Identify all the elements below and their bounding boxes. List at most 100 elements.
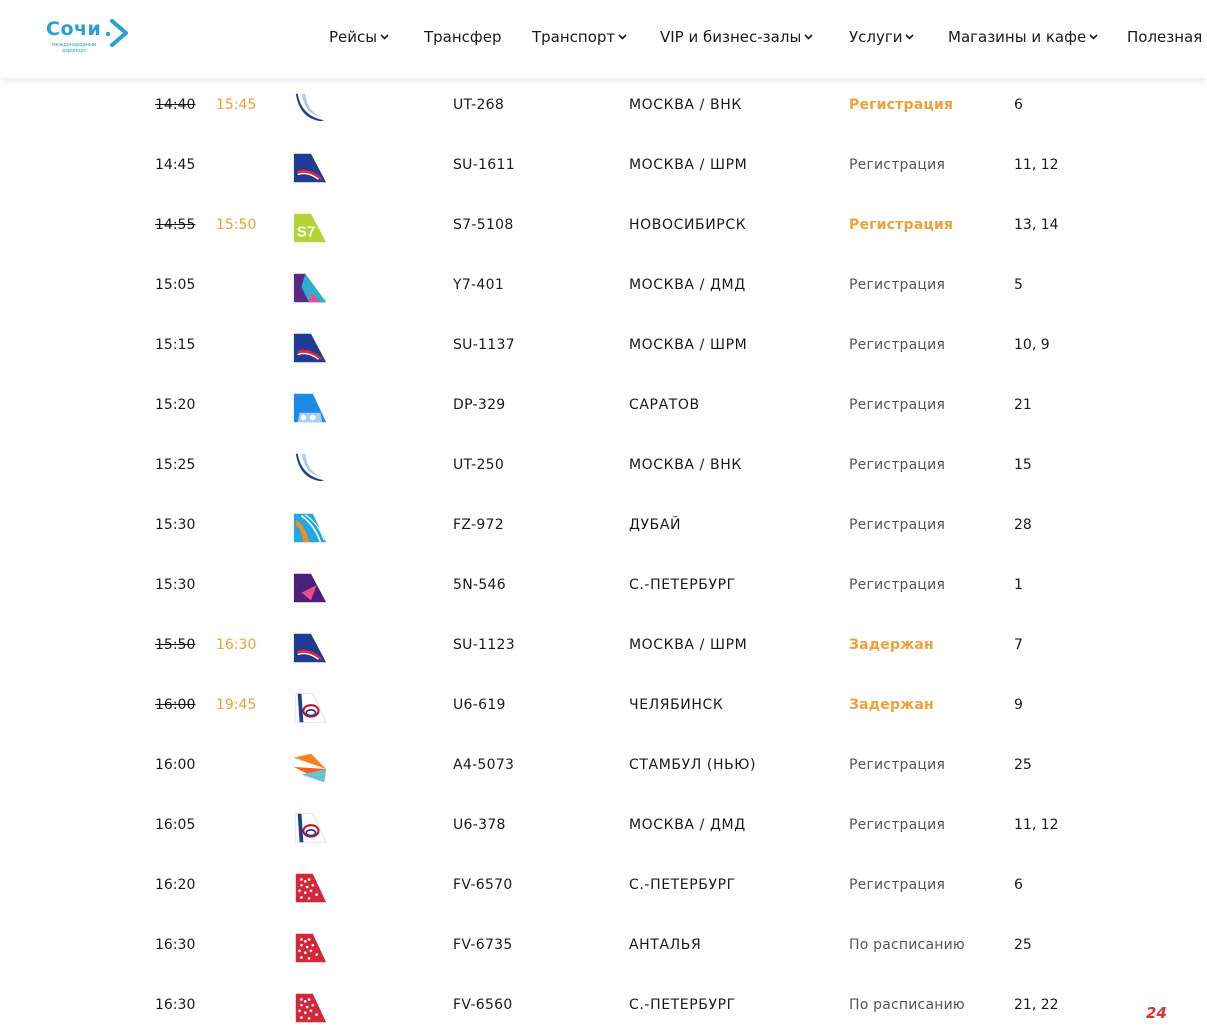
nav-item-label: Транспорт (532, 28, 616, 46)
utair-logo (292, 91, 328, 123)
flight-number: S7-5108 (453, 217, 514, 233)
rossiya-logo (292, 871, 328, 903)
flight-status: Регистрация (849, 457, 946, 473)
destination-city: МОСКВА / ШРМ (629, 157, 748, 173)
smartavia-logo (292, 571, 328, 603)
check-in-desks: 7 (1014, 637, 1023, 653)
utair-logo (292, 451, 328, 483)
scheduled-time: 15:20 (155, 397, 196, 413)
table-row[interactable]: 14:40 15:45 UT-268 МОСКВА / ВНК Регистрация 6 (0, 76, 1207, 136)
flydubai-logo (292, 511, 328, 543)
check-in-desks: 15 (1014, 457, 1032, 473)
flight-number: SU-1123 (453, 637, 515, 653)
scheduled-time: 15:50 (155, 637, 196, 653)
nav-item-5[interactable]: Магазины и кафе (948, 28, 1098, 46)
table-row[interactable]: 15:25 UT-250 МОСКВА / ВНК Регистрация 15 (0, 436, 1207, 496)
flight-number: FV-6560 (453, 997, 513, 1013)
flight-status: Регистрация (849, 517, 946, 533)
chevron-down-icon (905, 34, 915, 40)
destination-city: ЧЕЛЯБИНСК (629, 697, 724, 713)
check-in-desks: 21 (1014, 397, 1032, 413)
check-in-desks: 9 (1014, 697, 1023, 713)
chevron-down-icon (804, 34, 813, 40)
check-in-desks: 25 (1014, 937, 1032, 953)
revised-time: 15:50 (216, 217, 257, 233)
destination-city: СТАМБУЛ (НЬЮ) (629, 757, 757, 773)
nav-item-1[interactable]: Трансфер (424, 28, 502, 46)
scheduled-time: 14:45 (155, 157, 196, 173)
flight-number: U6-619 (453, 697, 506, 713)
check-in-desks: 6 (1014, 97, 1023, 113)
check-in-desks: 28 (1014, 517, 1032, 533)
revised-time: 15:45 (216, 97, 257, 113)
table-row[interactable]: 15:15 SU-1137 МОСКВА / ШРМ Регистрация 10, 9 (0, 316, 1207, 376)
nav-item-3[interactable]: VIP и бизнес-залы (660, 28, 813, 46)
table-row[interactable]: 16:00 A4-5073 СТАМБУЛ (НЬЮ) Регистрация 25 (0, 736, 1207, 796)
check-in-desks: 11, 12 (1014, 157, 1059, 173)
table-row[interactable]: 16:20 FV-6570 С.-ПЕТЕРБУРГ Регистрация 6 (0, 856, 1207, 916)
check-in-desks: 13, 14 (1014, 217, 1059, 233)
flight-number: A4-5073 (453, 757, 515, 773)
uralairlines-logo (292, 811, 328, 843)
nav-item-6[interactable]: Полезная и (1127, 28, 1207, 46)
destination-city: С.-ПЕТЕРБУРГ (629, 877, 736, 893)
scheduled-time: 16:30 (155, 937, 196, 953)
check-in-desks: 1 (1014, 577, 1023, 593)
flight-status: Регистрация (849, 577, 946, 593)
nav-item-2[interactable]: Транспорт (532, 28, 627, 46)
destination-city: МОСКВА / ДМД (629, 817, 746, 833)
flight-status: Регистрация (849, 277, 946, 293)
nav-item-label: Полезная и (1127, 28, 1207, 46)
table-row[interactable]: 15:05 Y7-401 МОСКВА / ДМД Регистрация 5 (0, 256, 1207, 316)
revised-time: 19:45 (216, 697, 257, 713)
flight-number: U6-378 (453, 817, 506, 833)
scheduled-time: 16:00 (155, 757, 196, 773)
nav-item-4[interactable]: Услуги (849, 28, 915, 46)
flight-status: Регистрация (849, 757, 946, 773)
scheduled-time: 15:05 (155, 277, 196, 293)
table-row[interactable]: 16:30 FV-6560 С.-ПЕТЕРБУРГ По расписанию 21,… (0, 976, 1207, 1036)
nav-item-label: Магазины и кафе (948, 28, 1087, 46)
nav-item-0[interactable]: Рейсы (329, 28, 389, 46)
destination-city: МОСКВА / ШРМ (629, 637, 748, 653)
scheduled-time: 14:55 (155, 217, 196, 233)
table-row[interactable]: 14:45 SU-1611 МОСКВА / ШРМ Регистрация 11, 1… (0, 136, 1207, 196)
flight-number: 5N-546 (453, 577, 506, 593)
table-row[interactable]: 14:55 15:50 S7 S7-5108 НОВОСИБИРСК Регистраци… (0, 196, 1207, 256)
destination-city: МОСКВА / ВНК (629, 457, 742, 473)
destination-city: МОСКВА / ШРМ (629, 337, 748, 353)
s7-logo: S7 (292, 211, 328, 243)
flight-status: По расписанию (849, 937, 965, 953)
nav-item-label: Услуги (849, 28, 903, 46)
table-row[interactable]: 16:05 U6-378 МОСКВА / ДМД Регистрация 11, 12 (0, 796, 1207, 856)
main-nav: Рейсы Трансфер Транспорт VIP и бизнес-залы У… (0, 28, 1207, 48)
check-in-desks: 5 (1014, 277, 1023, 293)
flight-status: Задержан (849, 637, 934, 653)
flight-number: FV-6735 (453, 937, 513, 953)
rossiya-logo (292, 991, 328, 1023)
flight-status: Регистрация (849, 97, 954, 113)
pegasus-logo (292, 751, 328, 783)
flight-status: Регистрация (849, 217, 954, 233)
scheduled-time: 16:30 (155, 997, 196, 1013)
flight-number: UT-250 (453, 457, 505, 473)
nav-item-label: Трансфер (424, 28, 502, 46)
table-row[interactable]: 16:30 FV-6735 АНТАЛЬЯ По расписанию 25 (0, 916, 1207, 976)
nav-item-label: Рейсы (329, 28, 378, 46)
scheduled-time: 15:30 (155, 517, 196, 533)
flight-status: Регистрация (849, 337, 946, 353)
pobeda-logo (292, 391, 328, 423)
destination-city: ДУБАЙ (629, 517, 682, 533)
table-row[interactable]: 16:00 19:45 U6-619 ЧЕЛЯБИНСК Задержан 9 (0, 676, 1207, 736)
table-row[interactable]: 15:20 DP-329 САРАТОВ Регистрация 21 (0, 376, 1207, 436)
check-in-desks: 6 (1014, 877, 1023, 893)
table-row[interactable]: 15:30 5N-546 С.-ПЕТЕРБУРГ Регистрация 1 (0, 556, 1207, 616)
flight-status: Задержан (849, 697, 934, 713)
table-row[interactable]: 15:50 16:30 SU-1123 МОСКВА / ШРМ Задержан 7 (0, 616, 1207, 676)
watermark-24: 24 (1146, 1004, 1167, 1022)
table-row[interactable]: 15:30 FZ-972 ДУБАЙ Регистрация 28 (0, 496, 1207, 556)
chevron-down-icon (618, 34, 627, 40)
site-header: Сочи международный аэропорт Рейсы Трансфе… (0, 0, 1207, 78)
check-in-desks: 21, 22 (1014, 997, 1059, 1013)
northwind-logo (292, 271, 328, 303)
